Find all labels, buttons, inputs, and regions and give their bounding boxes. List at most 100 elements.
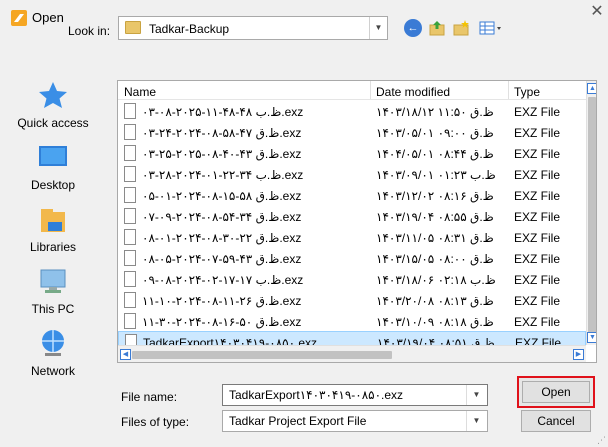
close-button[interactable]: ✕ xyxy=(588,3,606,21)
file-name: ۰۳-۲۸-۲۰۲۴-۰۱-۲۲-۳۴ ظ.ب.exz xyxy=(142,168,304,182)
desktop-icon xyxy=(36,142,70,172)
file-name: ۰۷-۰۹-۲۰۲۴-۰۸-۵۴-۳۴ ظ.ق.exz xyxy=(142,210,302,224)
file-row[interactable]: ۰۷-۰۹-۲۰۲۴-۰۸-۵۴-۳۴ ظ.ق.exz ۱۴۰۳/۱۹/۰۴ ظ… xyxy=(118,206,586,227)
horizontal-scrollbar[interactable]: ◀ ▶ xyxy=(118,345,586,362)
file-date: ۱۴۰۳/۱۱/۰۵ ظ.ق ۰۸:۳۱ xyxy=(376,231,494,245)
file-type-select[interactable]: Tadkar Project Export File xyxy=(222,410,488,432)
column-header-date[interactable]: Date modified xyxy=(376,85,450,99)
window-title: Open xyxy=(32,10,64,25)
chevron-down-icon[interactable]: ▼ xyxy=(466,385,486,405)
file-type: EXZ File xyxy=(514,147,561,161)
file-type: EXZ File xyxy=(514,189,561,203)
place-quick-access[interactable]: Quick access xyxy=(0,80,106,136)
file-row[interactable]: ۰۳-۲۴-۲۰۲۴-۰۸-۵۸-۴۷ ظ.ق.exz ۱۴۰۳/۰۵/۰۱ ظ… xyxy=(118,122,586,143)
network-icon xyxy=(36,328,70,358)
place-this-pc[interactable]: This PC xyxy=(0,266,106,322)
chevron-down-icon[interactable]: ▼ xyxy=(466,411,486,431)
place-network[interactable]: Network xyxy=(0,328,106,384)
file-date: ۱۴۰۳/۱۵/۰۵ ظ.ق ۰۸:۰۰ xyxy=(376,252,494,266)
file-date: ۱۴۰۳/۱۹/۰۴ ظ.ق ۰۸:۵۵ xyxy=(376,210,494,224)
scroll-thumb[interactable] xyxy=(132,351,392,359)
file-icon xyxy=(124,313,136,329)
column-separator[interactable] xyxy=(508,81,509,99)
file-name: ۰۳-۲۴-۲۰۲۴-۰۸-۵۸-۴۷ ظ.ق.exz xyxy=(142,126,302,140)
up-folder-icon[interactable] xyxy=(428,19,446,37)
file-name: ۰۳-۲۵-۲۰۲۵-۰۸-۴۰-۴۳ ظ.ق.exz xyxy=(142,147,302,161)
file-type: EXZ File xyxy=(514,105,561,119)
file-icon xyxy=(124,271,136,287)
file-name: ۰۸-۰۱-۲۰۲۴-۰۸-۳۰-۲۲ ظ.ق.exz xyxy=(142,231,302,245)
quick-access-icon xyxy=(36,80,70,110)
file-row[interactable]: ۰۹-۰۸-۲۰۲۴-۰۲-۱۷-۱۷ ظ.ب.exz ۱۴۰۳/۱۸/۰۶ ظ… xyxy=(118,269,586,290)
file-row[interactable]: ۰۵-۰۱-۲۰۲۴-۰۸-۱۵-۵۸ ظ.ق.exz ۱۴۰۳/۱۲/۰۲ ظ… xyxy=(118,185,586,206)
file-icon xyxy=(124,250,136,266)
view-menu-icon[interactable] xyxy=(478,19,504,37)
file-name: ۱۱-۳۰-۲۰۲۴-۰۸-۱۶-۵۰ ظ.ق.exz xyxy=(142,315,302,329)
file-list[interactable]: Name Date modified Type ۰۳-۰۸-۲۰۲۵-۱۱-۴۸… xyxy=(117,80,597,363)
file-icon xyxy=(124,124,136,140)
file-row[interactable]: ۰۸-۰۵-۲۰۲۴-۰۷-۵۹-۴۳ ظ.ق.exz ۱۴۰۳/۱۵/۰۵ ظ… xyxy=(118,248,586,269)
open-button-highlight[interactable]: Open xyxy=(517,376,595,408)
file-name: ۱۱-۱۰-۲۰۲۴-۰۸-۱۱-۲۶ ظ.ق.exz xyxy=(142,294,302,308)
file-name: ۰۹-۰۸-۲۰۲۴-۰۲-۱۷-۱۷ ظ.ب.exz xyxy=(142,273,304,287)
look-in-dropdown[interactable]: Tadkar-Backup ▼ xyxy=(118,16,388,40)
place-desktop[interactable]: Desktop xyxy=(0,142,106,198)
file-type: EXZ File xyxy=(514,273,561,287)
new-folder-icon[interactable] xyxy=(452,19,470,37)
file-row[interactable]: ۰۳-۲۸-۲۰۲۴-۰۱-۲۲-۳۴ ظ.ب.exz ۱۴۰۳/۰۹/۰۱ ظ… xyxy=(118,164,586,185)
file-name: ۰۵-۰۱-۲۰۲۴-۰۸-۱۵-۵۸ ظ.ق.exz xyxy=(142,189,302,203)
file-row[interactable]: ۱۱-۳۰-۲۰۲۴-۰۸-۱۶-۵۰ ظ.ق.exz ۱۴۰۳/۱۰/۰۹ ظ… xyxy=(118,311,586,332)
place-libraries[interactable]: Libraries xyxy=(0,204,106,260)
look-in-value: Tadkar-Backup xyxy=(149,22,230,36)
file-type: EXZ File xyxy=(514,315,561,329)
place-label: This PC xyxy=(31,302,75,316)
scroll-left-icon[interactable]: ◀ xyxy=(120,349,131,360)
file-icon xyxy=(124,229,136,245)
open-button[interactable]: Open xyxy=(522,381,590,403)
file-name: ۰۳-۰۸-۲۰۲۵-۱۱-۴۸-۴۸ ظ.ب.exz xyxy=(142,105,304,119)
vertical-scrollbar[interactable]: ▲ ▼ xyxy=(586,81,596,345)
place-label: Network xyxy=(30,364,75,378)
resize-grip-icon[interactable]: ⋰ xyxy=(597,435,607,445)
file-type: EXZ File xyxy=(514,210,561,224)
file-date: ۱۴۰۳/۱۸/۱۲ ظ.ق ۱۱:۵۰ xyxy=(376,105,494,119)
scroll-thumb[interactable] xyxy=(588,97,596,333)
libraries-icon xyxy=(36,204,70,234)
scroll-right-icon[interactable]: ▶ xyxy=(573,349,584,360)
place-label: Desktop xyxy=(30,178,76,192)
file-date: ۱۴۰۳/۲۰/۰۸ ظ.ق ۰۸:۱۳ xyxy=(376,294,494,308)
this-pc-icon xyxy=(36,266,70,296)
file-type: EXZ File xyxy=(514,294,561,308)
file-icon xyxy=(124,208,136,224)
file-icon xyxy=(124,103,136,119)
file-type: EXZ File xyxy=(514,252,561,266)
scroll-down-icon[interactable]: ▼ xyxy=(587,332,596,343)
cancel-button[interactable]: Cancel xyxy=(521,410,591,432)
file-row[interactable]: ۰۸-۰۱-۲۰۲۴-۰۸-۳۰-۲۲ ظ.ق.exz ۱۴۰۳/۱۱/۰۵ ظ… xyxy=(118,227,586,248)
column-header-name[interactable]: Name xyxy=(124,85,156,99)
file-icon xyxy=(124,292,136,308)
app-icon xyxy=(11,10,27,26)
open-dialog: Open ✕ Look in: Tadkar-Backup ▼ ← Quick … xyxy=(0,0,608,447)
file-row[interactable]: ۰۳-۲۵-۲۰۲۵-۰۸-۴۰-۴۳ ظ.ق.exz ۱۴۰۴/۰۵/۰۱ ظ… xyxy=(118,143,586,164)
file-icon xyxy=(124,145,136,161)
chevron-down-icon[interactable]: ▼ xyxy=(369,17,387,39)
file-date: ۱۴۰۴/۰۵/۰۱ ظ.ق ۰۸:۴۴ xyxy=(376,147,494,161)
file-type: EXZ File xyxy=(514,168,561,182)
file-row[interactable]: ۱۱-۱۰-۲۰۲۴-۰۸-۱۱-۲۶ ظ.ق.exz ۱۴۰۳/۲۰/۰۸ ظ… xyxy=(118,290,586,311)
scroll-up-icon[interactable]: ▲ xyxy=(587,83,596,94)
column-separator[interactable] xyxy=(370,81,371,99)
file-date: ۱۴۰۳/۱۲/۰۲ ظ.ق ۰۸:۱۶ xyxy=(376,189,494,203)
file-icon xyxy=(124,166,136,182)
file-date: ۱۴۰۳/۰۵/۰۱ ظ.ق ۰۹:۰۰ xyxy=(376,126,494,140)
place-label: Quick access xyxy=(17,116,89,130)
file-name-label: File name: xyxy=(121,390,178,404)
file-name-input[interactable]: TadkarExport۱۴۰۳۰۴۱۹-۰۸۵۰.exz xyxy=(222,384,488,406)
back-icon[interactable]: ← xyxy=(404,19,422,37)
places-bar: Quick access Desktop Libraries This PC N… xyxy=(0,80,106,380)
file-row[interactable]: ۰۳-۰۸-۲۰۲۵-۱۱-۴۸-۴۸ ظ.ب.exz ۱۴۰۳/۱۸/۱۲ ظ… xyxy=(118,101,586,122)
file-type-label: Files of type: xyxy=(121,415,190,429)
column-header-type[interactable]: Type xyxy=(514,85,540,99)
file-type: EXZ File xyxy=(514,126,561,140)
file-date: ۱۴۰۳/۱۸/۰۶ ظ.ب ۰۲:۱۸ xyxy=(376,273,496,287)
